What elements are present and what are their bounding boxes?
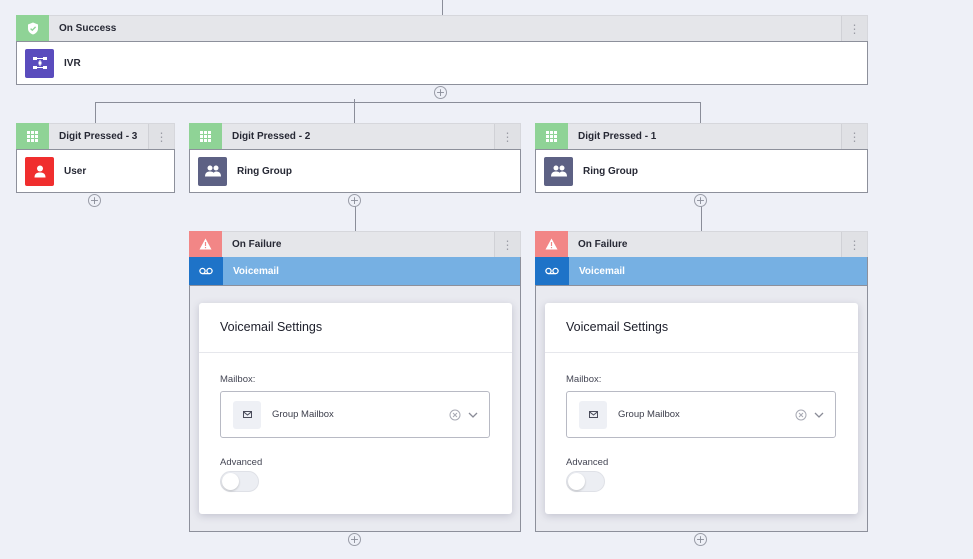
panel-title: Voicemail Settings — [545, 303, 858, 353]
node-header-label: On Failure — [232, 239, 282, 250]
node-menu-button[interactable]: ⋮ — [494, 124, 520, 149]
ivr-icon — [25, 48, 54, 78]
group-icon — [544, 156, 573, 186]
connector-branch-left — [95, 102, 96, 123]
node-body-user[interactable]: User — [16, 149, 175, 193]
node-menu-button[interactable]: ⋮ — [841, 16, 867, 41]
warning-icon — [535, 231, 568, 257]
voicemail-settings-panel: Voicemail Settings Mailbox: Group Mailbo… — [199, 303, 512, 514]
on-failure-node: On Failure ⋮ Voicemail Voicemail Setting… — [189, 231, 521, 532]
envelope-icon — [579, 400, 607, 429]
add-node-button[interactable]: + — [694, 194, 707, 207]
chevron-down-icon[interactable] — [467, 409, 479, 421]
add-node-button[interactable]: + — [348, 533, 361, 546]
node-header: On Success ⋮ — [16, 15, 868, 41]
keypad-icon — [535, 123, 568, 149]
toggle-knob — [222, 473, 239, 490]
mailbox-select-value: Group Mailbox — [272, 409, 334, 420]
node-menu-button[interactable]: ⋮ — [494, 232, 520, 257]
node-header: Digit Pressed - 2 ⋮ — [189, 123, 521, 149]
voicemail-icon — [189, 257, 223, 285]
add-node-button[interactable]: + — [348, 194, 361, 207]
panel-title: Voicemail Settings — [199, 303, 512, 353]
mailbox-label: Mailbox: — [566, 374, 602, 385]
voicemail-icon — [535, 257, 569, 285]
mailbox-select-value: Group Mailbox — [618, 409, 680, 420]
node-body-label: Ring Group — [583, 165, 638, 177]
node-header-label: Digit Pressed - 3 — [59, 131, 138, 142]
clear-icon[interactable] — [795, 409, 807, 421]
mailbox-select[interactable]: Group Mailbox — [220, 391, 490, 438]
node-header-label: Digit Pressed - 2 — [232, 131, 311, 142]
node-body-ivr[interactable]: IVR — [16, 41, 868, 85]
advanced-toggle[interactable] — [566, 471, 605, 492]
add-node-button[interactable]: + — [434, 86, 447, 99]
voicemail-action-bar[interactable]: Voicemail — [189, 257, 521, 286]
on-failure-node: On Failure ⋮ Voicemail Voicemail Setting… — [535, 231, 868, 532]
user-icon — [25, 156, 54, 186]
voicemail-action-label: Voicemail — [579, 265, 625, 277]
node-header-label: Digit Pressed - 1 — [578, 131, 657, 142]
node-header: Digit Pressed - 1 ⋮ — [535, 123, 868, 149]
branch-node-digit-2: Digit Pressed - 2 ⋮ Ring Group — [189, 123, 521, 193]
connector-failure-1 — [355, 206, 356, 231]
clear-icon[interactable] — [449, 409, 461, 421]
advanced-toggle[interactable] — [220, 471, 259, 492]
voicemail-settings-area: Voicemail Settings Mailbox: Group Mailbo… — [189, 286, 521, 532]
node-body-label: Ring Group — [237, 165, 292, 177]
advanced-label: Advanced — [566, 457, 609, 468]
add-node-button[interactable]: + — [694, 533, 707, 546]
node-header: Digit Pressed - 3 ⋮ — [16, 123, 175, 149]
group-icon — [198, 156, 227, 186]
toggle-knob — [568, 473, 585, 490]
warning-icon — [189, 231, 222, 257]
node-body-label: IVR — [64, 57, 81, 69]
connector-top — [442, 0, 443, 15]
node-header-label: On Success — [59, 23, 117, 34]
node-menu-button[interactable]: ⋮ — [148, 124, 174, 149]
connector-branch-right — [700, 102, 701, 123]
node-menu-button[interactable]: ⋮ — [841, 232, 867, 257]
mailbox-label: Mailbox: — [220, 374, 256, 385]
branch-node-digit-1: Digit Pressed - 1 ⋮ Ring Group — [535, 123, 868, 193]
voicemail-action-label: Voicemail — [233, 265, 279, 277]
add-node-button[interactable]: + — [88, 194, 101, 207]
node-body-label: User — [64, 165, 87, 177]
keypad-icon — [189, 123, 222, 149]
node-body-ring-group[interactable]: Ring Group — [535, 149, 868, 193]
branch-node-digit-3: Digit Pressed - 3 ⋮ User — [16, 123, 175, 193]
connector-branch-center — [354, 99, 355, 123]
envelope-icon — [233, 400, 261, 429]
node-menu-button[interactable]: ⋮ — [841, 124, 867, 149]
voicemail-settings-panel: Voicemail Settings Mailbox: Group Mailbo… — [545, 303, 858, 514]
shield-check-icon — [16, 15, 49, 41]
mailbox-select[interactable]: Group Mailbox — [566, 391, 836, 438]
voicemail-settings-area: Voicemail Settings Mailbox: Group Mailbo… — [535, 286, 868, 532]
node-header-label: On Failure — [578, 239, 628, 250]
node-header: On Failure ⋮ — [189, 231, 521, 257]
voicemail-action-bar[interactable]: Voicemail — [535, 257, 868, 286]
node-header: On Failure ⋮ — [535, 231, 868, 257]
on-success-node: On Success ⋮ IVR — [16, 15, 868, 85]
keypad-icon — [16, 123, 49, 149]
connector-branch-bar — [95, 102, 701, 103]
chevron-down-icon[interactable] — [813, 409, 825, 421]
advanced-label: Advanced — [220, 457, 263, 468]
node-body-ring-group[interactable]: Ring Group — [189, 149, 521, 193]
connector-failure-2 — [701, 206, 702, 231]
